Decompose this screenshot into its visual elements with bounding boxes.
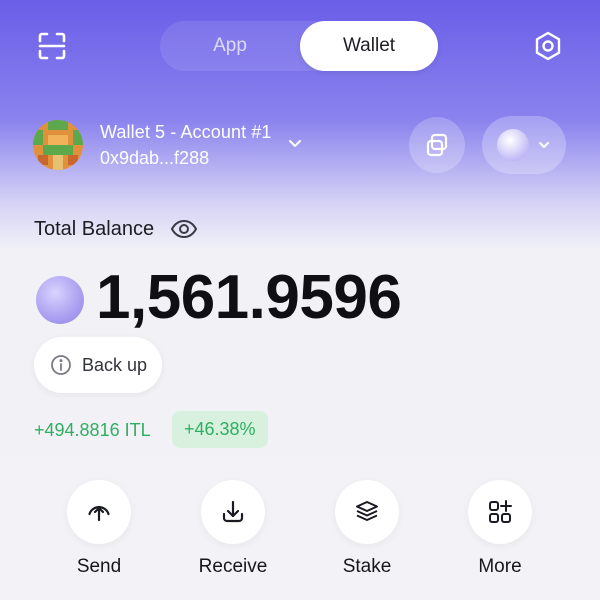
info-icon: [51, 355, 71, 375]
account-address[interactable]: 0x9dab...f288: [100, 148, 209, 169]
total-balance-label: Total Balance: [34, 218, 155, 240]
network-selector[interactable]: [482, 116, 566, 174]
backup-button[interactable]: Back up: [34, 337, 162, 393]
more-button[interactable]: [468, 480, 532, 544]
receive-icon: [222, 500, 244, 523]
stake-label: Stake: [342, 556, 392, 577]
copy-icon: [426, 133, 448, 157]
copy-address-button[interactable]: [409, 117, 465, 173]
balance-change-amount: +494.8816 ITL: [34, 420, 151, 440]
stake-icon: [356, 501, 378, 521]
toggle-balance-visibility[interactable]: [170, 215, 198, 243]
send-label: Send: [76, 556, 122, 577]
send-icon: [88, 506, 110, 522]
send-button[interactable]: [67, 480, 131, 544]
account-avatar[interactable]: [33, 120, 83, 170]
more-icon: [489, 500, 512, 523]
receive-button[interactable]: [201, 480, 265, 544]
settings-button[interactable]: [528, 26, 568, 66]
receive-label: Receive: [198, 556, 268, 577]
stake-button[interactable]: [335, 480, 399, 544]
total-balance-amount: 1,561.9596: [96, 263, 402, 332]
scan-button[interactable]: [32, 26, 72, 66]
account-name[interactable]: Wallet 5 - Account #1: [100, 122, 272, 143]
network-token-icon: [497, 129, 529, 161]
backup-label: Back up: [82, 354, 148, 375]
balance-change-percent-badge: +46.38%: [172, 411, 268, 448]
chevron-down-icon: [539, 142, 549, 148]
tab-app[interactable]: App: [160, 21, 300, 71]
scan-icon: [38, 32, 66, 60]
mode-tabs: App Wallet: [160, 21, 438, 71]
account-switcher[interactable]: [286, 134, 304, 152]
more-label: More: [478, 556, 522, 577]
tab-wallet[interactable]: Wallet: [300, 21, 438, 71]
pixel-avatar-icon: [33, 120, 83, 170]
token-logo-icon: [36, 276, 84, 324]
chevron-down-icon: [289, 140, 301, 147]
eye-icon: [170, 219, 198, 239]
settings-icon: [535, 31, 561, 61]
